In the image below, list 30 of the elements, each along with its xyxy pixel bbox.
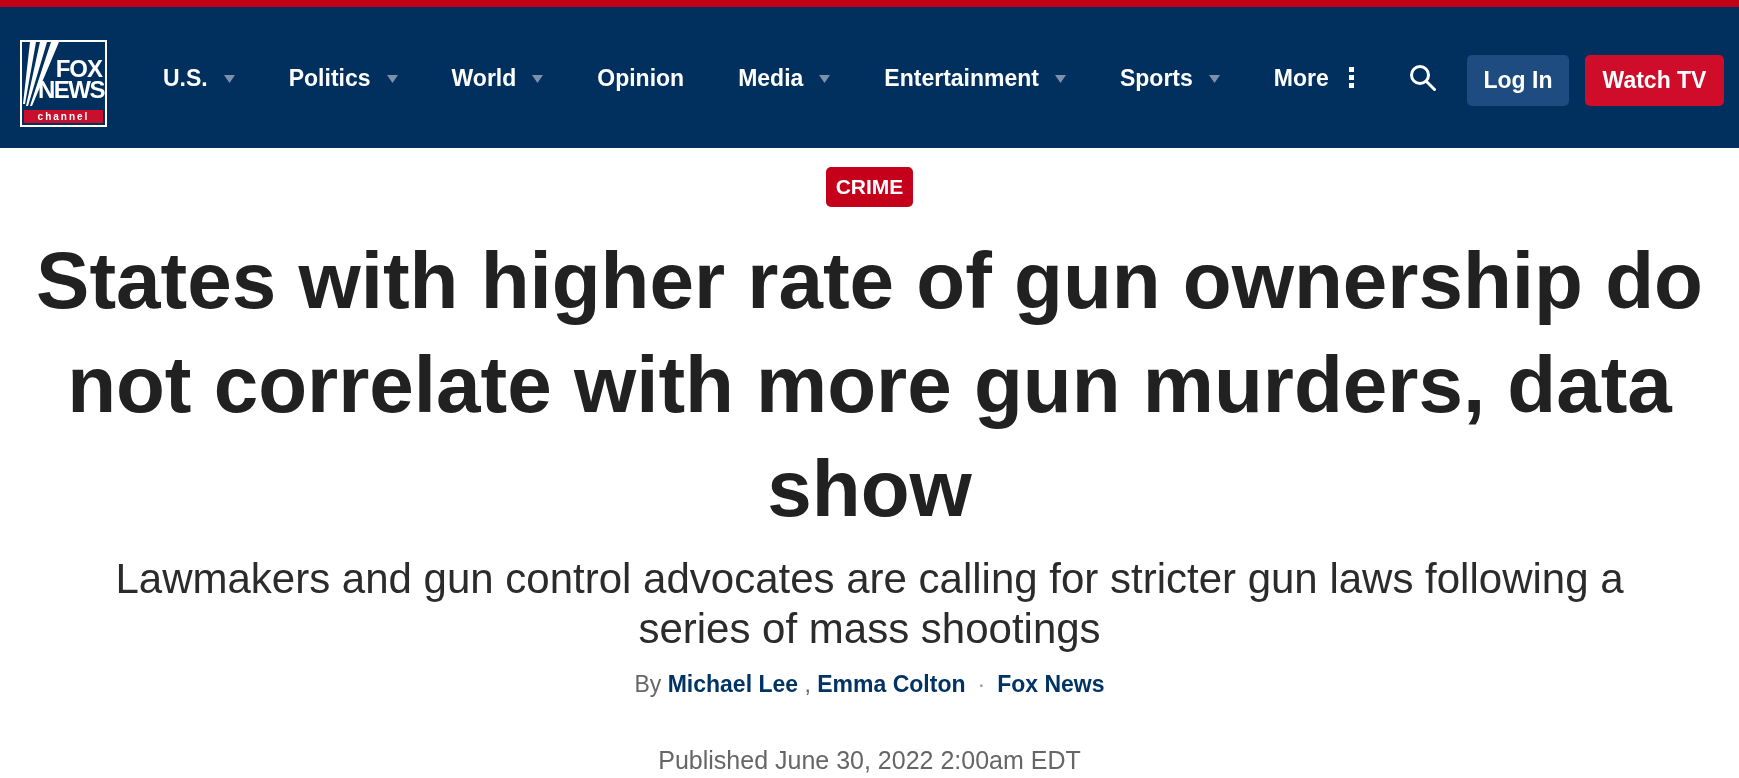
caret-icon xyxy=(532,75,544,83)
nav-link[interactable]: Entertainment xyxy=(884,62,1066,93)
nav-link[interactable]: U.S. xyxy=(163,62,235,93)
caret-icon xyxy=(1208,75,1220,83)
logo-text: NEWS xyxy=(38,78,104,101)
nav-link[interactable]: World xyxy=(451,62,544,93)
author-link[interactable]: Emma Colton xyxy=(817,671,966,697)
logo-band: channel xyxy=(24,109,103,123)
search-icon[interactable] xyxy=(1409,64,1436,91)
source-link[interactable]: Fox News xyxy=(997,671,1105,697)
nav-link[interactable]: Sports xyxy=(1120,62,1220,93)
caret-icon xyxy=(819,75,831,83)
nav-link[interactable]: Opinion xyxy=(597,62,685,93)
nav-link[interactable]: Politics xyxy=(288,62,398,93)
logo-text: FOX xyxy=(55,57,102,79)
vertical-dots-icon xyxy=(1348,67,1354,88)
subheadline: Lawmakers and gun control advocates are calling for stricter gun laws following a series of mass shootings xyxy=(114,554,1625,654)
watch-tv-button[interactable]: Watch TV xyxy=(1585,55,1724,106)
caret-icon xyxy=(386,75,398,83)
caret-icon xyxy=(1055,75,1066,83)
byline: By Michael Lee , Emma Colton · Fox News xyxy=(634,670,1105,699)
publish-date: Published June 30, 2022 2:00am EDT xyxy=(658,745,1081,775)
author-link[interactable]: Michael Lee xyxy=(667,671,799,697)
headline: States with higher rate of gun ownership do not correlate with more gun murders, data show xyxy=(35,235,1704,535)
log-in-button[interactable]: Log In xyxy=(1467,55,1569,106)
nav-link[interactable]: More xyxy=(1273,62,1354,93)
category-tag[interactable]: CRIME xyxy=(825,167,914,207)
nav-link[interactable]: Media xyxy=(738,62,831,93)
caret-icon xyxy=(223,75,235,83)
logo[interactable]: FOX NEWS channel xyxy=(20,39,107,127)
